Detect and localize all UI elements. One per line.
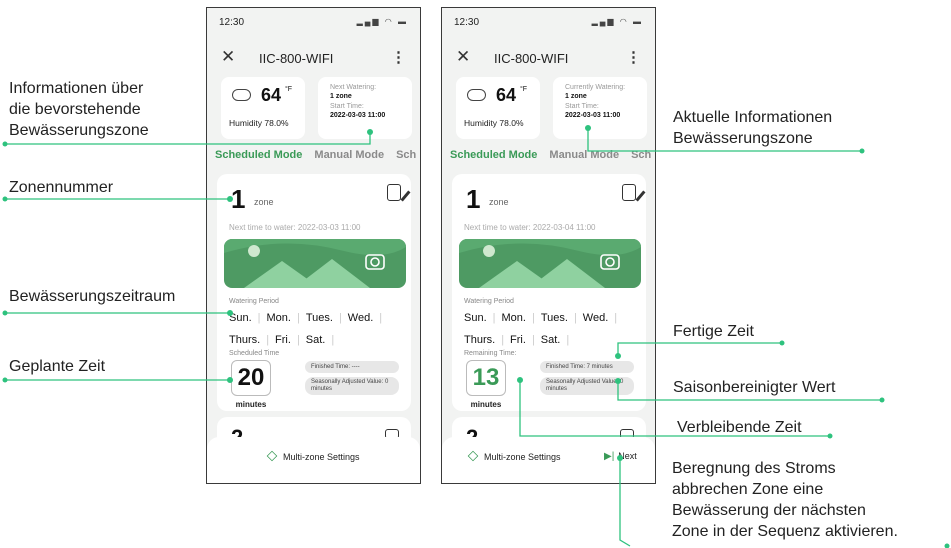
callout-upcoming-info: Informationen über die bevorstehende Bew… (9, 78, 149, 141)
callout-zone-number: Zonennummer (9, 179, 114, 196)
callout-next-description: Beregnung des Stroms abbrechen Zone eine… (672, 458, 898, 542)
callout-watering-period: Bewässerungszeitraum (9, 288, 176, 305)
callout-current-info: Aktuelle Informationen Bewässerungszone (673, 107, 832, 149)
callout-seasonal-value: Saisonbereinigter Wert (673, 379, 836, 396)
callout-current-info-text: Aktuelle Informationen Bewässerungszone (673, 109, 833, 147)
callout-upcoming-info-text: Informationen über die bevorstehende Bew… (9, 80, 149, 139)
callout-scheduled-time: Geplante Zeit (9, 358, 106, 375)
callout-finished-time: Fertige Zeit (673, 323, 754, 340)
callout-remaining-time: Verbleibende Zeit (677, 419, 802, 436)
callout-next-description-text: Beregnung des Stroms abbrechen Zone eine… (672, 460, 898, 540)
